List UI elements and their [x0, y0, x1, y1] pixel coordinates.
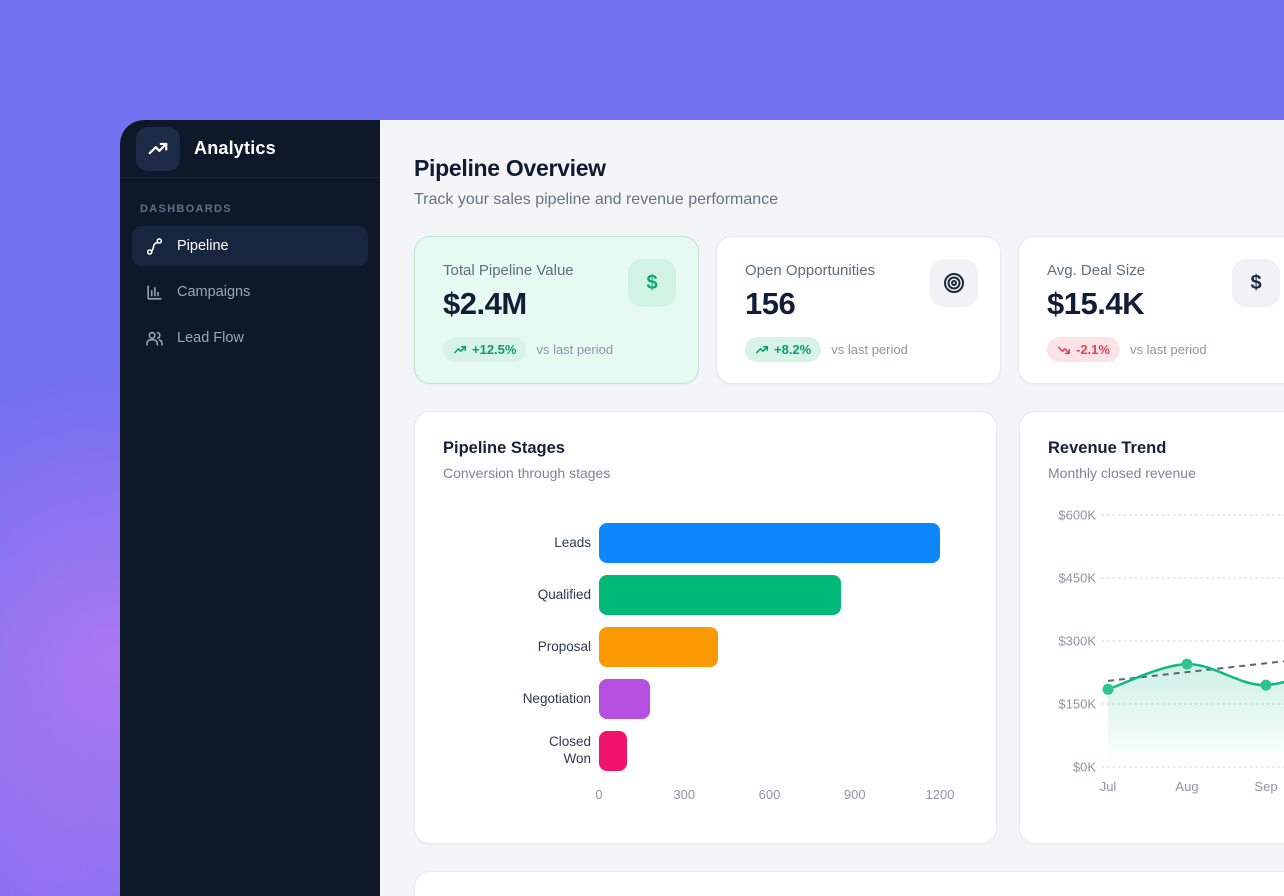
bar-category-label: Closed Won — [443, 734, 591, 768]
trending-up-icon — [453, 343, 467, 357]
pipeline-stages-chart: Leads Qualified Proposal Negotiation Closed … — [443, 517, 968, 805]
revenue-trend-card: Revenue Trend Monthly closed revenue $60… — [1019, 411, 1284, 844]
sidebar-item-campaigns[interactable]: Campaigns — [132, 272, 368, 312]
x-axis-tick: 900 — [844, 787, 866, 802]
stage-bar — [599, 627, 718, 667]
trending-down-icon — [1057, 343, 1071, 357]
dollar-icon: $ — [1232, 259, 1280, 307]
sidebar-item-pipeline[interactable]: Pipeline — [132, 226, 368, 266]
x-axis-tick: 600 — [759, 787, 781, 802]
route-icon — [145, 237, 164, 256]
bar-category-label: Proposal — [443, 639, 591, 656]
bar-chart-icon — [145, 283, 164, 302]
sidebar-section-label: DASHBOARDS — [140, 203, 360, 215]
bar-row: Negotiation — [443, 673, 968, 725]
bar-row: Closed Won — [443, 725, 968, 777]
x-axis-tick: 300 — [673, 787, 695, 802]
comparison-label: vs last period — [536, 342, 613, 357]
y-axis-tick-label: $600K — [1058, 508, 1096, 523]
bar-category-label: Qualified — [443, 587, 591, 604]
chart-title: Pipeline Stages — [443, 439, 968, 458]
sidebar-item-lead-flow[interactable]: Lead Flow — [132, 318, 368, 358]
stage-bar — [599, 731, 627, 771]
charts-row: Pipeline Stages Conversion through stage… — [414, 411, 1284, 844]
app-window: Analytics DASHBOARDS Pipeline Campaigns — [120, 120, 1284, 896]
x-axis-tick-label: Jul — [1100, 779, 1117, 794]
logo-row: Analytics — [120, 120, 380, 178]
chart-subtitle: Conversion through stages — [443, 465, 968, 481]
bar-category-label: Negotiation — [443, 691, 591, 708]
users-icon — [145, 329, 164, 348]
x-axis-tick: 0 — [595, 787, 602, 802]
analytics-logo — [136, 127, 180, 171]
stage-bar — [599, 679, 650, 719]
sidebar-item-label: Pipeline — [177, 238, 229, 254]
page-title: Pipeline Overview — [414, 155, 1284, 182]
bar-row: Proposal — [443, 621, 968, 673]
sidebar: Analytics DASHBOARDS Pipeline Campaigns — [120, 120, 380, 896]
bottom-card — [414, 871, 1284, 896]
stage-bar — [599, 523, 940, 563]
pipeline-stages-card: Pipeline Stages Conversion through stage… — [414, 411, 997, 844]
data-point-dot — [1182, 659, 1193, 670]
stage-bar — [599, 575, 841, 615]
y-axis-tick-label: $0K — [1073, 760, 1096, 775]
chart-title: Revenue Trend — [1048, 439, 1284, 458]
sidebar-item-label: Lead Flow — [177, 330, 244, 346]
main-content: Pipeline Overview Track your sales pipel… — [380, 120, 1284, 896]
y-axis-tick-label: $150K — [1058, 697, 1096, 712]
delta-badge: +8.2% — [745, 337, 821, 362]
sidebar-item-label: Campaigns — [177, 284, 250, 300]
y-axis-tick-label: $300K — [1058, 634, 1096, 649]
comparison-label: vs last period — [1130, 342, 1207, 357]
chart-subtitle: Monthly closed revenue — [1048, 465, 1284, 481]
data-point-dot — [1261, 680, 1272, 691]
delta-badge: +12.5% — [443, 337, 526, 362]
x-axis-tick-label: Sep — [1254, 779, 1277, 794]
revenue-trend-chart: $600K$450K$300K$150K$0KJulAugSepOct — [1048, 499, 1284, 803]
kpi-row: $ Total Pipeline Value $2.4M +12.5% vs l… — [414, 236, 1284, 384]
trending-up-icon — [147, 138, 169, 160]
target-icon — [930, 259, 978, 307]
bar-row: Leads — [443, 517, 968, 569]
x-axis-tick-label: Aug — [1175, 779, 1198, 794]
dollar-icon: $ — [628, 259, 676, 307]
y-axis-tick-label: $450K — [1058, 571, 1096, 586]
trending-up-icon — [755, 343, 769, 357]
kpi-card-total-pipeline-value: $ Total Pipeline Value $2.4M +12.5% vs l… — [414, 236, 699, 384]
revenue-area — [1108, 658, 1284, 767]
pipeline-stages-rows: Leads Qualified Proposal Negotiation Closed … — [443, 517, 968, 777]
delta-badge: -2.1% — [1047, 337, 1120, 362]
x-axis-tick: 1200 — [926, 787, 955, 802]
kpi-card-open-opportunities: Open Opportunities 156 +8.2% vs last per… — [716, 236, 1001, 384]
comparison-label: vs last period — [831, 342, 908, 357]
kpi-card-avg-deal-size: $ Avg. Deal Size $15.4K -2.1% vs last pe… — [1018, 236, 1284, 384]
data-point-dot — [1103, 684, 1114, 695]
pipeline-stages-axis: 0 300 600 900 1200 — [443, 787, 968, 805]
bar-category-label: Leads — [443, 535, 591, 552]
app-title: Analytics — [194, 138, 276, 159]
bar-row: Qualified — [443, 569, 968, 621]
page-subtitle: Track your sales pipeline and revenue pe… — [414, 191, 1284, 209]
